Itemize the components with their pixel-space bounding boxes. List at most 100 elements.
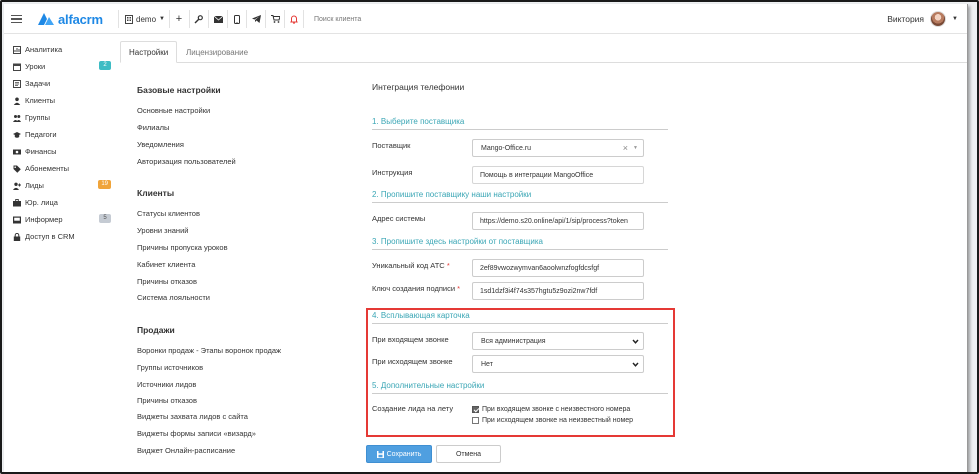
sidebar-item-label: Группы bbox=[25, 113, 50, 122]
menu-link-sales-funnels[interactable]: Воронки продаж - Этапы воронок продаж bbox=[137, 346, 281, 355]
clear-icon[interactable]: × bbox=[623, 143, 628, 153]
sidebar-item-label: Абонементы bbox=[25, 164, 70, 173]
instruction-label: Инструкция bbox=[372, 168, 413, 177]
menu-link-notifications[interactable]: Уведомления bbox=[137, 140, 184, 149]
wrench-icon[interactable] bbox=[189, 4, 207, 34]
ats-code-field[interactable]: 2ef89vwozwymvan6aoolwnzfogfdcsfgf bbox=[472, 259, 644, 277]
sidebar-item-label: Клиенты bbox=[25, 96, 56, 105]
section-title: 2. Пропишите поставщику наши настройки bbox=[372, 190, 668, 203]
sidebar-item-informer[interactable]: Информер 5 bbox=[13, 211, 113, 228]
provider-select[interactable]: Mango-Office.ru × ▼ bbox=[472, 139, 644, 157]
sidebar-item-clients[interactable]: Клиенты bbox=[13, 92, 113, 109]
top-bar: alfacrm demo ▼ + Поиск клиента Виктория … bbox=[4, 4, 967, 34]
sidebar-item-label: Финансы bbox=[25, 147, 57, 156]
outgoing-call-label: При исходящем звонке bbox=[372, 357, 453, 366]
money-icon bbox=[13, 149, 21, 154]
menu-link-client-statuses[interactable]: Статусы клиентов bbox=[137, 209, 200, 218]
sidebar-item-groups[interactable]: Группы bbox=[13, 109, 113, 126]
cart-icon[interactable] bbox=[266, 4, 284, 34]
menu-group-title: Клиенты bbox=[137, 188, 175, 198]
tab-bar: Настройки Лицензирование bbox=[120, 35, 967, 63]
sidebar-item-label: Юр. лица bbox=[25, 198, 58, 207]
checkbox-checked-icon[interactable] bbox=[472, 406, 479, 413]
sidebar: Аналитика Уроки 2 Задачи Клиенты Группы … bbox=[4, 35, 119, 472]
system-address-label: Адрес системы bbox=[372, 214, 426, 223]
cancel-button[interactable]: Отмена bbox=[436, 445, 501, 463]
section-title: 1. Выберите поставщика bbox=[372, 117, 668, 130]
menu-link-branches[interactable]: Филиалы bbox=[137, 123, 169, 132]
section-title: 3. Пропишите здесь настройки от поставщи… bbox=[372, 237, 668, 250]
sidebar-item-leads[interactable]: Лиды 19 bbox=[13, 177, 113, 194]
sidebar-item-label: Информер bbox=[25, 215, 63, 224]
sidebar-item-analytics[interactable]: Аналитика bbox=[13, 41, 113, 58]
sidebar-item-finance[interactable]: Финансы bbox=[13, 143, 113, 160]
plus-icon[interactable]: + bbox=[170, 4, 188, 34]
bell-icon[interactable] bbox=[285, 4, 303, 34]
incoming-call-select[interactable]: Вся администрация bbox=[472, 332, 644, 350]
sidebar-item-crm-access[interactable]: Доступ в CRM bbox=[13, 228, 113, 245]
menu-toggle-icon[interactable] bbox=[10, 4, 22, 34]
sidebar-item-subscriptions[interactable]: Абонементы bbox=[13, 160, 113, 177]
section-title: 5. Дополнительные настройки bbox=[372, 381, 668, 394]
lessons-count-badge: 2 bbox=[99, 61, 111, 70]
lock-icon bbox=[13, 232, 21, 241]
user-name: Виктория bbox=[887, 14, 925, 24]
tasks-icon bbox=[13, 79, 21, 88]
telegram-icon[interactable] bbox=[247, 4, 265, 34]
ats-code-label: Уникальный код АТС * bbox=[372, 261, 450, 270]
client-search-input[interactable]: Поиск клиента bbox=[314, 4, 361, 34]
building-icon bbox=[125, 14, 133, 24]
menu-link-sales-refusal-reasons[interactable]: Причины отказов bbox=[137, 396, 197, 405]
menu-link-absence-reasons[interactable]: Причины пропуска уроков bbox=[137, 243, 228, 252]
menu-link-lead-sources[interactable]: Источники лидов bbox=[137, 380, 196, 389]
lead-creation-label: Создание лида на лету bbox=[372, 404, 454, 413]
sidebar-item-lessons[interactable]: Уроки 2 bbox=[13, 58, 113, 75]
branch-select[interactable]: demo ▼ bbox=[125, 4, 165, 34]
user-menu[interactable]: Виктория ▼ bbox=[887, 4, 958, 34]
branch-label: demo bbox=[136, 14, 157, 24]
menu-link-user-auth[interactable]: Авторизация пользователей bbox=[137, 157, 236, 166]
tab-settings[interactable]: Настройки bbox=[120, 41, 178, 63]
sidebar-item-tasks[interactable]: Задачи bbox=[13, 75, 113, 92]
menu-link-client-cabinet[interactable]: Кабинет клиента bbox=[137, 260, 195, 269]
chevron-down-icon: ▼ bbox=[159, 16, 165, 22]
divider bbox=[118, 10, 119, 28]
briefcase-icon bbox=[13, 198, 21, 206]
system-address-field[interactable]: https://demo.s20.online/api/1/sip/proces… bbox=[472, 212, 644, 230]
menu-link-refusal-reasons[interactable]: Причины отказов bbox=[137, 277, 197, 286]
menu-link-lead-widgets[interactable]: Виджеты захвата лидов с сайта bbox=[137, 412, 248, 421]
checkbox-label: При исходящем звонке на неизвестный номе… bbox=[482, 417, 634, 424]
sidebar-item-teachers[interactable]: Педагоги bbox=[13, 126, 113, 143]
logo[interactable]: alfacrm bbox=[38, 4, 103, 34]
menu-link-loyalty-system[interactable]: Система лояльности bbox=[137, 293, 210, 302]
menu-link-wizard-widgets[interactable]: Виджеты формы записи «визард» bbox=[137, 429, 256, 438]
caret-down-icon: ▼ bbox=[633, 145, 638, 151]
checkbox-incoming-unknown[interactable]: При входящем звонке с неизвестного номер… bbox=[472, 406, 630, 413]
sidebar-item-label: Лиды bbox=[25, 181, 44, 190]
checkbox-unchecked-icon[interactable] bbox=[472, 417, 479, 424]
mail-icon[interactable] bbox=[209, 4, 227, 34]
menu-link-online-schedule-widget[interactable]: Виджет Онлайн-расписание bbox=[137, 446, 235, 455]
tab-licensing[interactable]: Лицензирование bbox=[178, 41, 256, 63]
inbox-icon bbox=[13, 216, 21, 223]
outgoing-call-value: Нет bbox=[481, 360, 493, 368]
chevron-down-icon bbox=[632, 362, 639, 367]
sidebar-item-label: Педагоги bbox=[25, 130, 57, 139]
outgoing-call-select[interactable]: Нет bbox=[472, 355, 644, 373]
mobile-icon[interactable] bbox=[228, 4, 246, 34]
menu-link-knowledge-levels[interactable]: Уровни знаний bbox=[137, 226, 188, 235]
sidebar-item-label: Задачи bbox=[25, 79, 51, 88]
save-button[interactable]: Сохранить bbox=[366, 445, 432, 463]
provider-value: Mango-Office.ru bbox=[481, 144, 532, 152]
sign-key-field[interactable]: 1sd1dzf3i4f74s357hgtu5z9ozi2nw7fdf bbox=[472, 282, 644, 300]
user-plus-icon bbox=[13, 182, 21, 190]
checkbox-label: При входящем звонке с неизвестного номер… bbox=[482, 406, 631, 413]
user-icon bbox=[13, 97, 21, 105]
menu-group-title: Продажи bbox=[137, 325, 175, 335]
menu-link-source-groups[interactable]: Группы источников bbox=[137, 363, 203, 372]
checkbox-outgoing-unknown[interactable]: При исходящем звонке на неизвестный номе… bbox=[472, 417, 633, 424]
menu-link-main-settings[interactable]: Основные настройки bbox=[137, 106, 210, 115]
sidebar-item-label: Доступ в CRM bbox=[25, 232, 75, 241]
sidebar-item-legal-entities[interactable]: Юр. лица bbox=[13, 194, 113, 211]
instruction-link[interactable]: Помощь в интеграции MangoOffice bbox=[472, 166, 644, 184]
